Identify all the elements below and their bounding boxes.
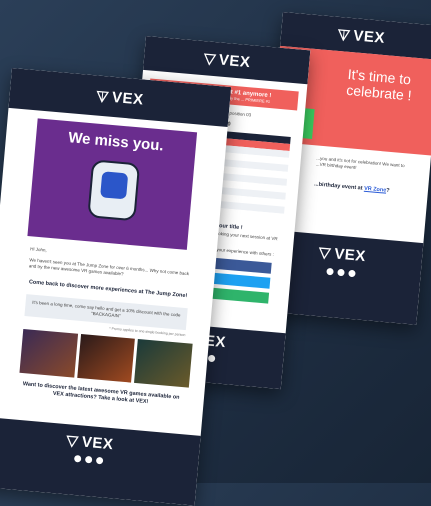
vex-logo-icon [66,435,80,448]
email-preview-we-miss-you: VEX We miss you. Hi John, We haven't see… [0,68,232,506]
brand-name: VEX [333,245,367,266]
brand-name: VEX [218,50,252,71]
screenshot-2 [76,333,136,383]
footer: VEX [0,416,201,506]
brand-name: VEX [352,26,386,47]
cta-link[interactable]: VR Zone [364,186,387,194]
brand-name: VEX [81,433,115,454]
robot-illustration [87,159,141,222]
screenshot-1 [19,328,78,378]
facebook-icon[interactable] [73,454,81,463]
screenshot-3 [134,338,193,388]
vex-logo-icon [96,90,110,103]
vex-logo-icon [319,247,332,260]
instagram-icon[interactable] [207,354,216,363]
vex-logo-icon [338,28,351,41]
twitter-icon[interactable] [336,268,345,277]
brand-name: VEX [111,88,145,109]
instagram-icon[interactable] [95,456,103,465]
twitter-icon[interactable] [84,455,92,464]
instagram-icon[interactable] [347,269,356,278]
hero-title: We miss you. [67,129,165,155]
hero-banner: We miss you. [27,118,198,250]
cta-text: ...birthday event at VR Zone? [313,181,390,195]
facebook-icon[interactable] [325,267,334,276]
hero-headline: It's time to celebrate ! [345,65,413,104]
footer-cta: Want to discover the latest awesome VR g… [22,380,180,406]
game-screenshots [19,328,193,388]
vex-logo-icon [203,52,217,66]
